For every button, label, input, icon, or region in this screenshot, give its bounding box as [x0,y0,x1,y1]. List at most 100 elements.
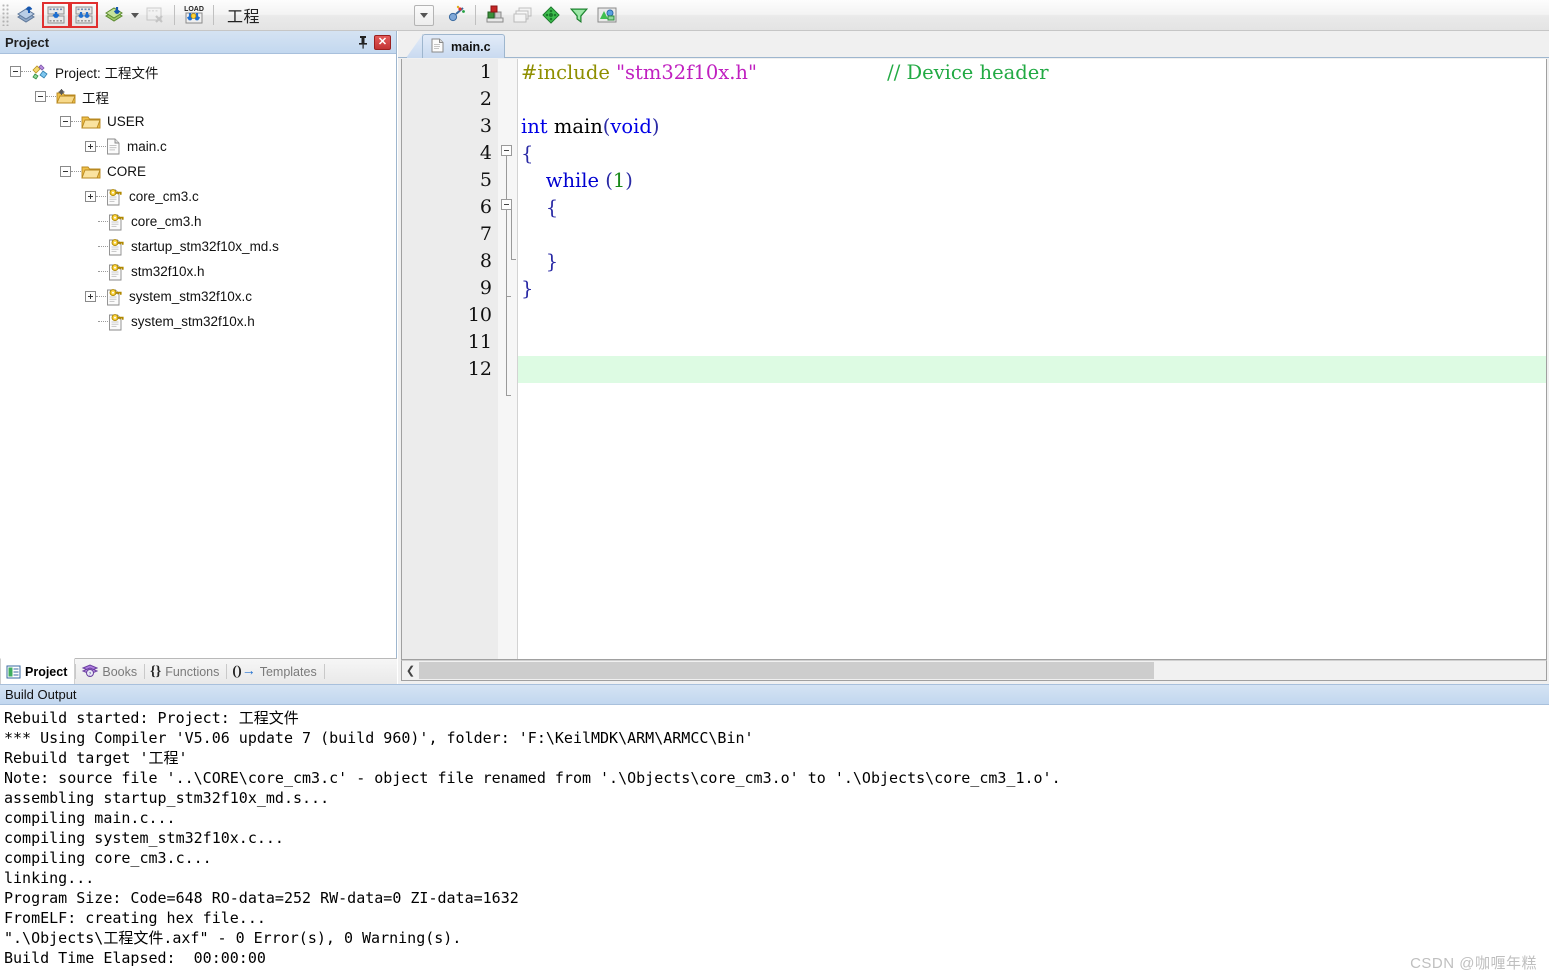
tree-expander-plus[interactable] [85,291,96,302]
run-configuration-icon[interactable] [565,2,593,28]
target-select-value[interactable]: 工程 [227,3,266,27]
code-surface[interactable]: 1 2 3 4 5 6 7 8 9 10 11 12 #include "stm32f10x.h" /… [401,59,1547,660]
line-number: 12 [467,358,492,380]
batch-build-icon[interactable] [101,2,129,28]
code-token: // Device header [887,61,1049,84]
code-line-2[interactable] [518,86,1546,113]
tree-expander-minus[interactable] [60,166,71,177]
code-line-9[interactable]: } [518,275,1546,302]
tree-connector [21,70,31,73]
translate-icon[interactable] [12,2,40,28]
key-file-icon [108,213,125,231]
pack-installer-icon[interactable] [537,2,565,28]
key-file-icon [108,238,125,256]
scrollbar-thumb[interactable] [419,662,1154,679]
build-output-log[interactable]: Rebuild started: Project: 工程文件 *** Using … [0,706,1549,980]
templates-tab-icon: ()→ [232,663,256,679]
code-line-7[interactable] [518,221,1546,248]
tree-item-project-[interactable]: Project: 工程文件 [0,59,396,84]
stop-build-icon [141,2,169,28]
tree-item-core-cm3-h[interactable]: core_cm3.h [0,209,396,234]
tree-item-label: main.c [127,139,167,154]
tree-item--[interactable]: 工程 [0,84,396,109]
c-file-icon [106,138,121,155]
editor-tabstrip: main.c [398,31,1549,58]
fold-guide-inner [511,210,512,259]
env-icon[interactable] [593,2,621,28]
editor-horizontal-scrollbar[interactable]: ❮ [401,660,1547,681]
toolbar-drag-grip[interactable] [2,4,9,26]
toolbar-separator-3 [475,5,477,25]
code-line-12[interactable] [518,356,1546,383]
folder-icon [81,163,101,180]
tree-item-stm32f10x-h[interactable]: stm32f10x.h [0,259,396,284]
code-line-6[interactable]: { [518,194,1546,221]
download-icon[interactable]: LOAD [180,2,208,28]
line-number-gutter: 1 2 3 4 5 6 7 8 9 10 11 12 [402,59,498,659]
tree-item-system-stm32f10x-c[interactable]: system_stm32f10x.c [0,284,396,309]
tree-expander-minus[interactable] [60,116,71,127]
build-icon[interactable] [42,2,70,28]
build-output-line: linking... [4,869,95,887]
tree-item-system-stm32f10x-h[interactable]: system_stm32f10x.h [0,309,396,334]
tree-expander-minus[interactable] [35,91,46,102]
project-icon [31,63,49,80]
project-tab-functions[interactable]: {} Functions [145,659,226,684]
tree-item-core[interactable]: CORE [0,159,396,184]
code-line-5[interactable]: while (1) [518,167,1546,194]
code-line-3[interactable]: int main(void) [518,113,1546,140]
project-tab-label: Project [25,664,68,679]
code-token: void [610,115,652,138]
code-text-column[interactable]: #include "stm32f10x.h" // Device header … [518,59,1546,659]
tree-expander-plus[interactable] [85,191,96,202]
code-line-10[interactable] [518,302,1546,329]
project-tab-project[interactable]: Project [0,658,76,684]
code-folding-column[interactable] [498,59,518,659]
tree-item-startup-stm32f10x-md-s[interactable]: startup_stm32f10x_md.s [0,234,396,259]
close-icon[interactable]: ✕ [374,34,391,50]
toolbar-separator-2 [213,5,214,25]
fold-toggle-line-4[interactable] [501,145,512,156]
build-output-line: FromELF: creating hex file... [4,909,266,927]
code-line-11[interactable] [518,329,1546,356]
fold-toggle-line-6[interactable] [501,199,512,210]
tree-connector [98,270,108,273]
code-line-4[interactable]: { [518,140,1546,167]
tree-expander-minus[interactable] [10,66,21,77]
scroll-left-icon[interactable]: ❮ [402,661,419,680]
target-options-icon[interactable] [442,2,470,28]
line-number: 2 [479,88,492,110]
fold-end-tail [506,395,511,396]
main-toolbar: LOAD 工程 [0,0,1549,31]
target-select-dropdown[interactable] [414,4,435,26]
tree-item-label: Project: 工程文件 [55,65,159,81]
tree-expander-plus[interactable] [85,141,96,152]
batch-build-dropdown-caret[interactable] [129,2,141,28]
tree-item-core-cm3-c[interactable]: core_cm3.c [0,184,396,209]
build-output-line: Rebuild target '工程' [4,749,188,767]
rebuild-icon[interactable] [70,2,98,28]
manage-layers-icon[interactable] [509,2,537,28]
pin-icon[interactable] [355,34,371,50]
tree-item-label: system_stm32f10x.h [131,314,255,329]
code-token: ) [651,115,660,138]
tree-item-main-c[interactable]: main.c [0,134,396,159]
project-tab-label: Functions [165,664,220,679]
c-file-icon [431,38,444,56]
project-tree[interactable]: Project: 工程文件工程 USER main.c CORE core_cm3.cc… [0,54,396,631]
code-line-1[interactable]: #include "stm32f10x.h" // Device header [518,59,1546,86]
key-file-icon [108,313,125,331]
key-file-icon [106,188,123,206]
tree-item-user[interactable]: USER [0,109,396,134]
code-line-8[interactable]: } [518,248,1546,275]
manage-components-icon[interactable] [481,2,509,28]
tree-item-label: core_cm3.h [131,214,202,229]
tab-main-c[interactable]: main.c [422,34,505,58]
tree-item-label: USER [107,114,145,129]
build-output-header: Build Output [0,684,1549,705]
project-tab-books[interactable]: ? Books [76,659,144,684]
project-tab-templates[interactable]: ()→ Templates [227,659,323,684]
watermark: CSDN @咖喱年糕 [1410,955,1537,972]
code-token: #include [521,61,610,84]
